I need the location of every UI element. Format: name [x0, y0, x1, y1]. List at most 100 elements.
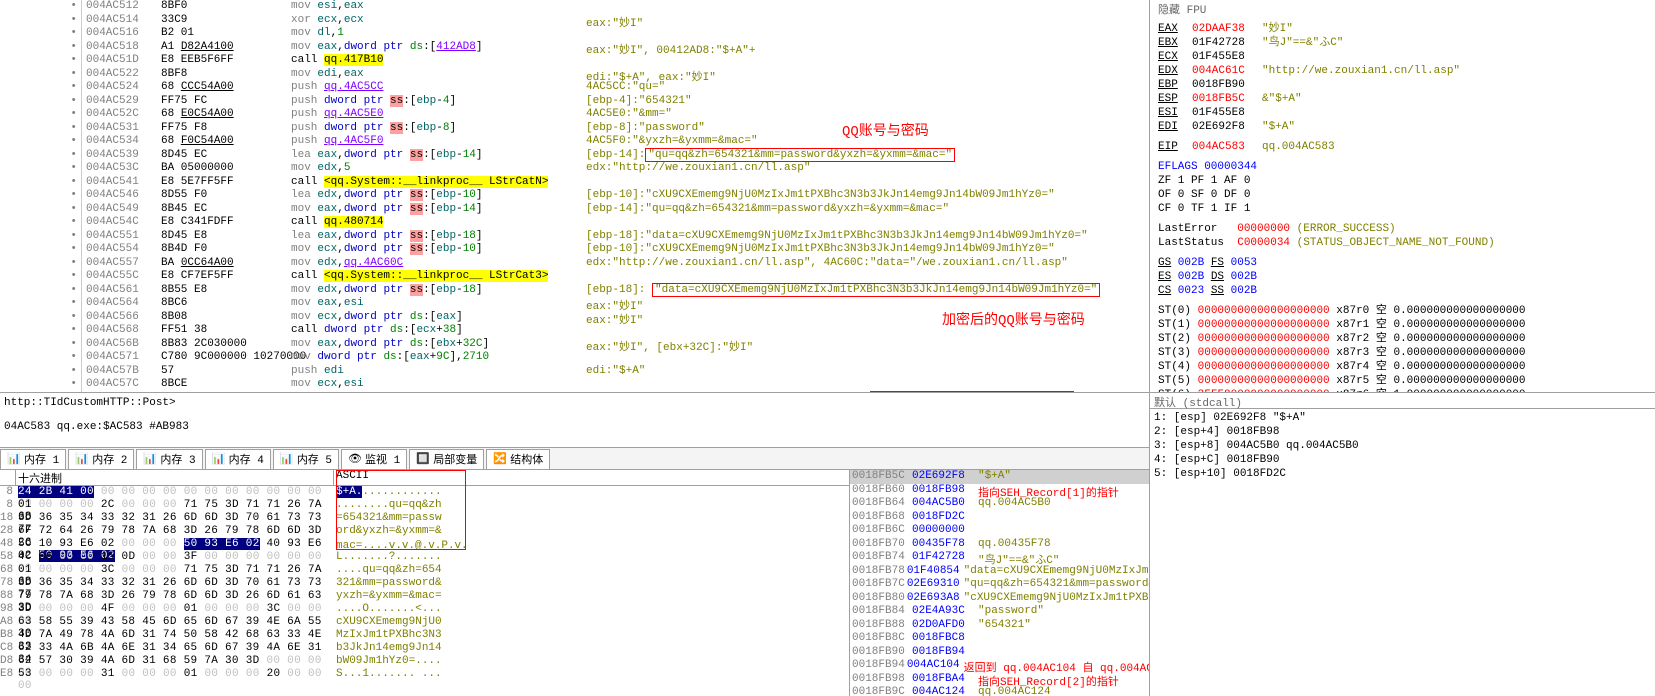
stack-row[interactable]: 0018FB980018FBA4指向SEH_Record[2]的指针	[850, 673, 1149, 687]
disasm-row[interactable]: • 004AC57C 8BCE mov ecx,esi	[0, 378, 1149, 392]
tab-label: 内存 3	[160, 451, 195, 467]
disasm-row[interactable]: • 004AC546 8D55 F0 lea edx,dword ptr ss:…	[0, 189, 1149, 203]
stack-row[interactable]: 0018FB6C00000000	[850, 524, 1149, 538]
tab-3[interactable]: 📊内存 4	[205, 449, 271, 469]
hex-row[interactable]: 983D 00 00 00 4F 00 00 00 01 00 00 00 3C…	[0, 603, 849, 616]
stack-value: 01F42728	[910, 551, 974, 565]
hex-row[interactable]: 6801 00 00 00 3C 00 00 00 71 75 3D 71 71…	[0, 564, 849, 577]
disasm-row[interactable]: • 004AC539 8D45 EC lea eax,dword ptr ss:…	[0, 149, 1149, 163]
disasm-row[interactable]: • 004AC549 8B45 EC mov eax,dword ptr ss:…	[0, 203, 1149, 217]
hex-row[interactable]: 824 2B 41 00 00 00 00 00 00 00 00 00 00 …	[0, 486, 849, 499]
stack-row[interactable]: 0018FB7801F40854"data=cXU9CXEmemg9NjU0Mz…	[850, 565, 1149, 579]
tab-4[interactable]: 📊内存 5	[273, 449, 339, 469]
tab-7[interactable]: 🔀结构体	[486, 449, 550, 469]
registers-panel[interactable]: 隐藏 FPU EAX02DAAF38"妙I"EBX01F42728"鸟J"==&…	[1150, 0, 1655, 393]
stack-value: 0018FBC8	[910, 632, 974, 646]
hex-row[interactable]: 485C 10 93 E6 02 00 00 00 50 93 E6 02 40…	[0, 538, 849, 551]
disasm-row[interactable]: • 004AC57E BA 1CC64A00 mov edx,qq.4AC61C…	[0, 392, 1149, 394]
register-row[interactable]: ESP0018FB5C&"$+A"	[1158, 92, 1647, 106]
hex-row[interactable]: 801 00 00 00 2C 00 00 00 71 75 3D 71 71 …	[0, 499, 849, 512]
disasm-row[interactable]: • 004AC561 8B55 E8 mov edx,dword ptr ss:…	[0, 284, 1149, 298]
stack-addr: 0018FB78	[850, 565, 905, 579]
disasm-row[interactable]: • 004AC531 FF75 F8 push dword ptr ss:[eb…	[0, 122, 1149, 136]
tab-0[interactable]: 📊内存 1	[0, 449, 66, 469]
hex-row[interactable]: 183D 36 35 34 33 32 31 26 6D 6D 3D 70 61…	[0, 512, 849, 525]
stack-addr: 0018FB64	[850, 497, 910, 511]
tab-6[interactable]: 🔲局部变量	[409, 449, 484, 469]
address: 004AC524	[82, 81, 157, 95]
stack-row[interactable]: 0018FB94004AC104返回到 qq.004AC104 自 qq.004…	[850, 659, 1149, 673]
dump-area: 十六进制 ASCII 824 2B 41 00 00 00 00 00 00 0…	[0, 470, 1149, 696]
hex-ascii: ........qu=qq&zh	[334, 499, 849, 512]
stack-panel[interactable]: 0018FB5C02E692F8"$+A"0018FB600018FB98指向S…	[850, 470, 1149, 696]
disasm-row[interactable]: • 004AC518 A1 D82A4100 mov eax,dword ptr…	[0, 41, 1149, 55]
hex-row[interactable]: 286F 72 64 26 79 78 7A 68 3D 26 79 78 6D…	[0, 525, 849, 538]
comment: [ebp-4]:"654321"	[582, 95, 1149, 109]
stack-row[interactable]: 0018FB5C02E692F8"$+A"	[850, 470, 1149, 484]
disasm-row[interactable]: • 004AC529 FF75 FC push dword ptr ss:[eb…	[0, 95, 1149, 109]
stack-row[interactable]: 0018FB680018FD2C	[850, 511, 1149, 525]
disasm-row[interactable]: • 004AC56B 8B83 2C030000 mov eax,dword p…	[0, 338, 1149, 352]
hex-ascii: bW09Jm1hYz0=....	[334, 655, 849, 668]
stack-row[interactable]: 0018FB64004AC5B0qq.004AC5B0	[850, 497, 1149, 511]
disasm-row[interactable]: • 004AC52C 68 E0C54A00 push qq.4AC5E0 4A…	[0, 108, 1149, 122]
stack-addr: 0018FB98	[850, 673, 910, 687]
hex-row[interactable]: 783D 36 35 34 33 32 31 26 6D 6D 3D 70 61…	[0, 577, 849, 590]
disasm-row[interactable]: • 004AC53C BA 05000000 mov edx,5 edx:"ht…	[0, 162, 1149, 176]
assembly: mov dl,1	[287, 27, 582, 41]
register-row[interactable]: EDI02E692F8"$+A"	[1158, 120, 1647, 134]
address: 004AC56B	[82, 338, 157, 352]
register-row[interactable]: ESI01F455E8	[1158, 106, 1647, 120]
register-row[interactable]: EBX01F42728"鸟J"==&"ふC"	[1158, 36, 1647, 50]
hex-row[interactable]: B84D 7A 49 78 4A 6D 31 74 50 58 42 68 63…	[0, 629, 849, 642]
hex-row[interactable]: C862 33 4A 6B 4A 6E 31 34 65 6D 67 39 4A…	[0, 642, 849, 655]
disasm-row[interactable]: • 004AC524 68 CCC54A00 push qq.4AC5CC 4A…	[0, 81, 1149, 95]
register-row[interactable]: ECX01F455E8	[1158, 50, 1647, 64]
disasm-row[interactable]: • 004AC516 B2 01 mov dl,1	[0, 27, 1149, 41]
stack-row[interactable]: 0018FB900018FB94	[850, 646, 1149, 660]
disasm-row[interactable]: • 004AC568 FF51 38 call dword ptr ds:[ec…	[0, 324, 1149, 338]
disasm-row[interactable]: • 004AC522 8BF8 mov edi,eax edi:"$+A", e…	[0, 68, 1149, 82]
hex-row[interactable]: D862 57 30 39 4A 6D 31 68 59 7A 30 3D 00…	[0, 655, 849, 668]
register-row[interactable]: EAX02DAAF38"妙I"	[1158, 22, 1647, 36]
disasm-row[interactable]: • 004AC541 E8 5E7FF5FF call <qq.System::…	[0, 176, 1149, 190]
tab-1[interactable]: 📊内存 2	[68, 449, 134, 469]
register-row[interactable]: EDX004AC61C"http://we.zouxian1.cn/ll.asp…	[1158, 64, 1647, 78]
disasm-panel[interactable]: ➤ • 004AC512 8BF0 mov esi,eax • 004AC514…	[0, 0, 1149, 393]
hex-row[interactable]: A863 58 55 39 43 58 45 6D 65 6D 67 39 4E…	[0, 616, 849, 629]
stack-row[interactable]: 0018FB8802D0AFD0"654321"	[850, 619, 1149, 633]
disasm-row[interactable]: • 004AC54C E8 C341FDFF call qq.480714	[0, 216, 1149, 230]
disasm-row[interactable]: • 004AC512 8BF0 mov esi,eax	[0, 0, 1149, 14]
disasm-row[interactable]: • 004AC571 C780 9C000000 10270000 mov dw…	[0, 351, 1149, 365]
stack-row[interactable]: 0018FB7000435F78qq.00435F78	[850, 538, 1149, 552]
hex-row[interactable]: E853 00 00 00 31 00 00 00 01 00 00 00 20…	[0, 668, 849, 681]
stack-row[interactable]: 0018FB600018FB98指向SEH_Record[1]的指针	[850, 484, 1149, 498]
reg-comment: "妙I"	[1262, 22, 1293, 36]
address: 004AC57B	[82, 365, 157, 379]
hex-row[interactable]: 8879 78 7A 68 3D 26 79 78 6D 6D 3D 26 6D…	[0, 590, 849, 603]
tab-5[interactable]: 👁监视 1	[341, 449, 407, 469]
disasm-row[interactable]: • 004AC566 8B08 mov ecx,dword ptr ds:[ea…	[0, 311, 1149, 325]
register-row[interactable]: EBP0018FB90	[1158, 78, 1647, 92]
disasm-row[interactable]: • 004AC55C E8 CF7EF5FF call <qq.System::…	[0, 270, 1149, 284]
disasm-row[interactable]: • 004AC557 BA 0CC64A00 mov edx,qq.4AC60C…	[0, 257, 1149, 271]
hex-row[interactable]: 584C 06 00 00 15 0D 00 00 3F 00 00 00 00…	[0, 551, 849, 564]
stack-row[interactable]: 0018FB7C02E69310"qu=qq&zh=654321&mm=pass…	[850, 578, 1149, 592]
stack-desc: "654321"	[974, 619, 1149, 633]
stack-row[interactable]: 0018FB8C0018FBC8	[850, 632, 1149, 646]
disasm-row[interactable]: • 004AC534 68 F0C54A00 push qq.4AC5F0 4A…	[0, 135, 1149, 149]
tab-icon: 📊	[212, 452, 226, 466]
disasm-row[interactable]: • 004AC554 8B4D F0 mov ecx,dword ptr ss:…	[0, 243, 1149, 257]
hex-dump-panel[interactable]: 十六进制 ASCII 824 2B 41 00 00 00 00 00 00 0…	[0, 470, 850, 696]
comment	[582, 176, 1149, 190]
stack-row[interactable]: 0018FB9C004AC124qq.004AC124	[850, 686, 1149, 696]
stack-row[interactable]: 0018FB8402E4A93C"password"	[850, 605, 1149, 619]
disasm-row[interactable]: • 004AC57B 57 push edi edi:"$+A"	[0, 365, 1149, 379]
stack-row[interactable]: 0018FB8002E693A8"cXU9CXEmemg9NjU0MzIxJm1…	[850, 592, 1149, 606]
disasm-row[interactable]: • 004AC564 8BC6 mov eax,esi eax:"妙I"	[0, 297, 1149, 311]
disasm-row[interactable]: • 004AC51D E8 EEB5F6FF call qq.417B10	[0, 54, 1149, 68]
tab-2[interactable]: 📊内存 3	[136, 449, 202, 469]
disasm-row[interactable]: • 004AC514 33C9 xor ecx,ecx eax:"妙I"	[0, 14, 1149, 28]
disasm-row[interactable]: • 004AC551 8D45 E8 lea eax,dword ptr ss:…	[0, 230, 1149, 244]
stack-row[interactable]: 0018FB7401F42728"鸟J"==&"ふC"	[850, 551, 1149, 565]
